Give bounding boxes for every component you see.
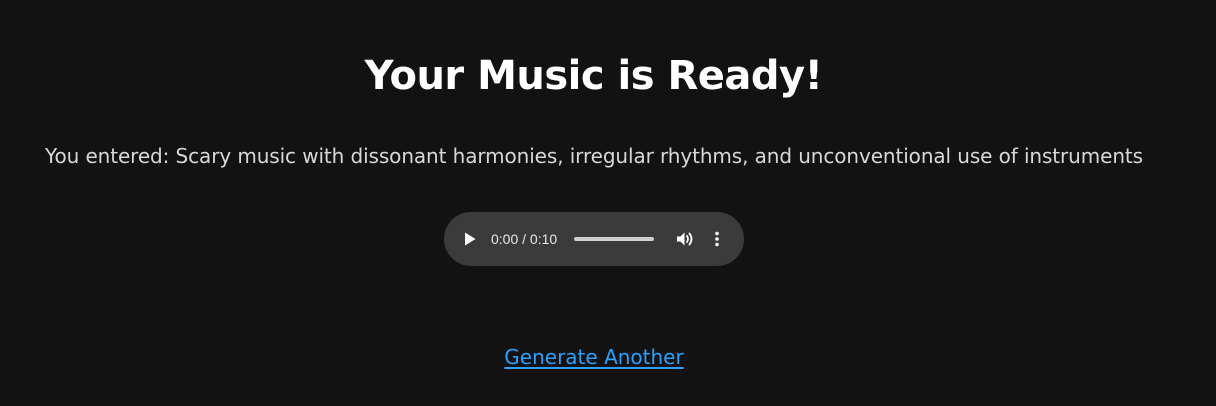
- volume-button[interactable]: [675, 229, 695, 249]
- more-options-button[interactable]: [707, 229, 727, 249]
- play-icon: [465, 232, 476, 246]
- generate-another-container: Generate Another: [0, 343, 1188, 371]
- result-page: Your Music is Ready! You entered: Scary …: [0, 0, 1216, 406]
- play-button[interactable]: [460, 229, 480, 249]
- entered-prompt-text: You entered: Scary music with dissonant …: [45, 144, 1143, 168]
- more-vertical-icon: [715, 231, 719, 247]
- generate-another-link[interactable]: Generate Another: [504, 345, 683, 369]
- volume-icon: [677, 232, 693, 246]
- audio-player: 0:00 / 0:10: [444, 212, 744, 266]
- page-title: Your Music is Ready!: [364, 53, 823, 99]
- seek-slider[interactable]: [574, 237, 654, 241]
- time-display: 0:00 / 0:10: [491, 231, 558, 247]
